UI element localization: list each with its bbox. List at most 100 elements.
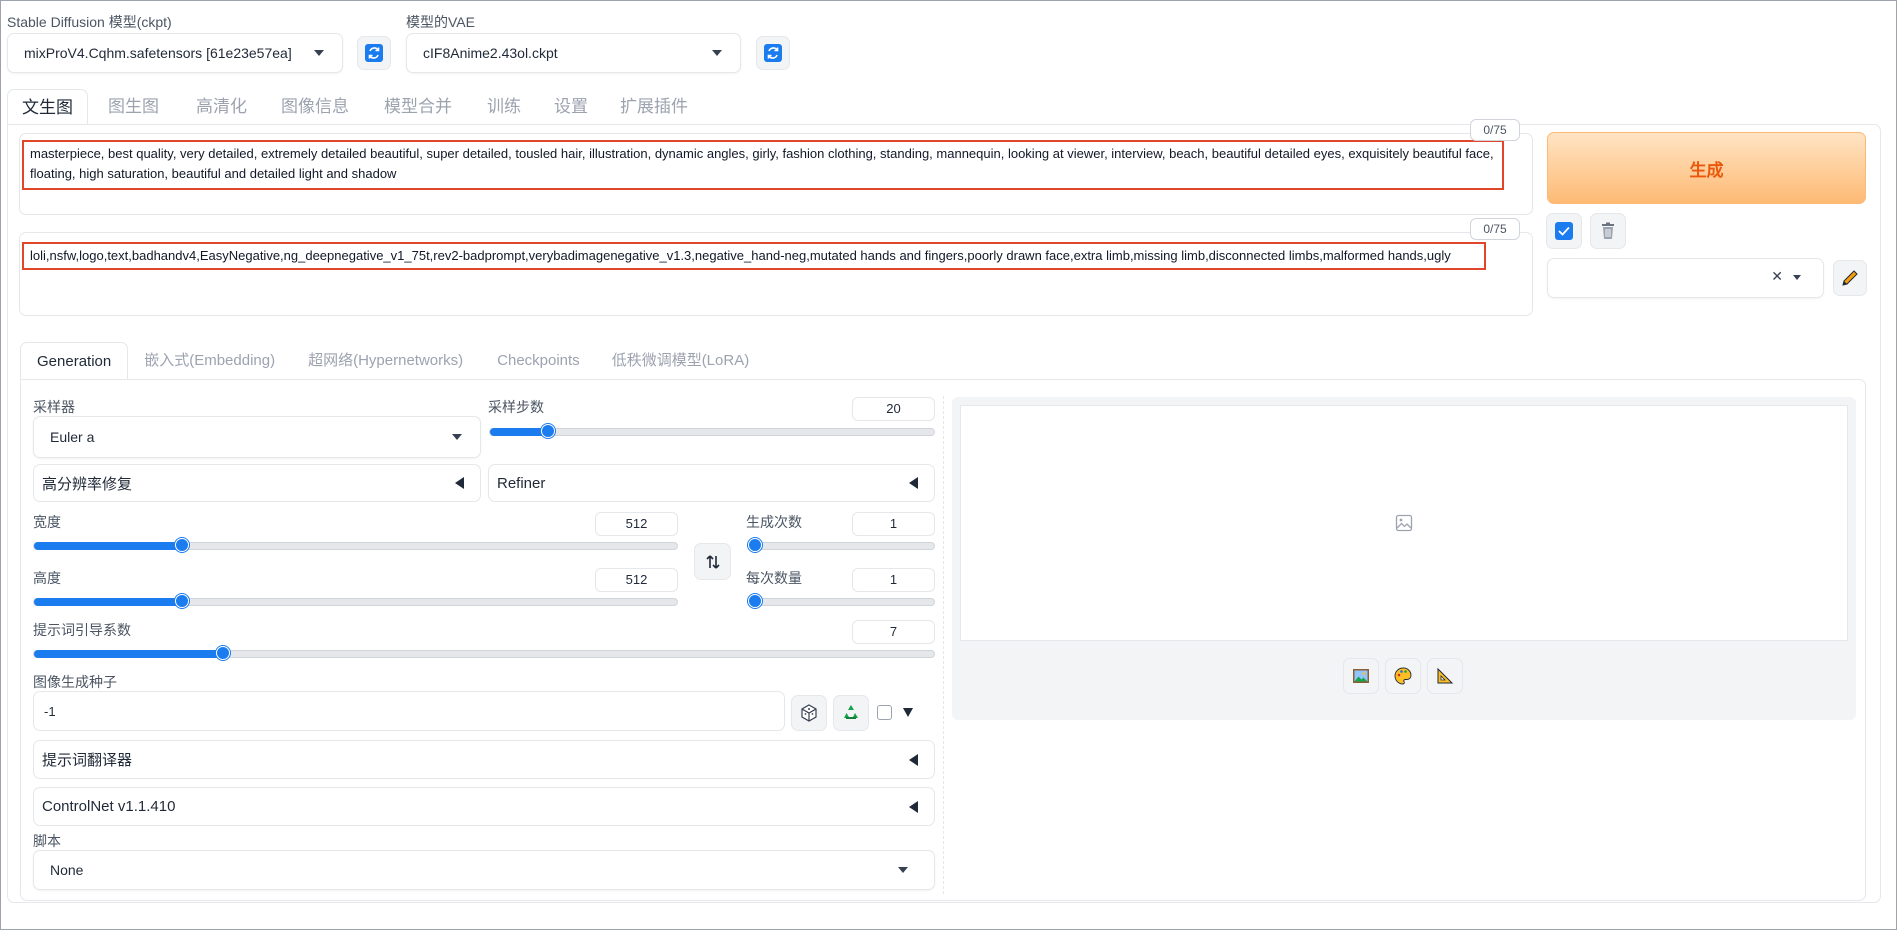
ckpt-label: Stable Diffusion 模型(ckpt) <box>7 14 172 30</box>
image-icon <box>1353 669 1369 683</box>
extra-seed-checkbox[interactable] <box>877 705 892 720</box>
width-input[interactable]: 512 <box>595 512 678 536</box>
width-slider-thumb[interactable] <box>174 538 189 552</box>
chevron-down-icon <box>1793 275 1801 280</box>
batch-count-label: 生成次数 <box>746 514 802 530</box>
batch-count-input[interactable]: 1 <box>852 512 935 536</box>
vae-refresh-button[interactable] <box>756 36 790 70</box>
batch-count-slider-thumb[interactable] <box>748 538 762 552</box>
ckpt-value: mixProV4.Cqhm.safetensors [61e23e57ea] <box>24 45 292 61</box>
height-slider-fill <box>34 598 182 606</box>
vae-select[interactable]: cIF8Anime2.43ol.ckpt <box>406 33 741 73</box>
height-slider[interactable] <box>33 594 678 608</box>
recycle-icon <box>844 705 858 719</box>
check-toggle-button[interactable] <box>1546 213 1582 249</box>
collapse-arrow-icon <box>455 477 464 489</box>
steps-label: 采样步数 <box>488 399 544 415</box>
ruler-icon <box>1437 667 1454 684</box>
chevron-down-icon <box>898 867 908 873</box>
width-slider[interactable] <box>33 538 678 552</box>
chevron-down-icon <box>314 50 324 56</box>
sub-tabs: Generation 嵌入式(Embedding) 超网络(Hypernetwo… <box>20 342 764 380</box>
swap-dimensions-button[interactable] <box>694 543 731 580</box>
tab-lora[interactable]: 低秩微调模型(LoRA) <box>597 342 765 380</box>
sampler-value: Euler a <box>50 429 95 445</box>
steps-input[interactable]: 20 <box>852 397 935 421</box>
ckpt-refresh-button[interactable] <box>357 36 391 70</box>
steps-slider-fill <box>490 428 548 436</box>
hires-fix-label: 高分辨率修复 <box>42 475 133 493</box>
batch-size-label: 每次数量 <box>746 570 802 586</box>
edit-style-button[interactable] <box>1833 260 1867 296</box>
reuse-seed-button[interactable] <box>833 695 869 731</box>
clear-prompt-button[interactable] <box>1590 213 1626 249</box>
collapse-arrow-icon <box>909 477 918 489</box>
expand-arrow-icon[interactable] <box>903 708 913 717</box>
width-slider-fill <box>34 542 182 550</box>
cfg-label: 提示词引导系数 <box>33 622 131 638</box>
tab-extensions[interactable]: 扩展插件 <box>604 89 704 125</box>
height-input[interactable]: 512 <box>595 568 678 592</box>
swap-icon <box>705 554 720 569</box>
batch-count-slider[interactable] <box>747 538 935 552</box>
tab-train[interactable]: 训练 <box>470 89 538 125</box>
height-label: 高度 <box>33 570 61 586</box>
tab-img2img[interactable]: 图生图 <box>88 89 179 125</box>
send-to-img2img-button[interactable] <box>1385 658 1421 694</box>
negative-prompt-text[interactable]: loli,nsfw,logo,text,badhandv4,EasyNegati… <box>22 242 1486 270</box>
sampler-select[interactable]: Euler a <box>33 416 481 458</box>
image-icon <box>1395 514 1413 532</box>
tab-txt2img[interactable]: 文生图 <box>7 89 88 125</box>
prompt-text[interactable]: masterpiece, best quality, very detailed… <box>22 140 1504 190</box>
generate-button[interactable]: 生成 <box>1547 132 1866 204</box>
clear-icon[interactable]: ✕ <box>1771 268 1783 285</box>
cfg-slider-thumb[interactable] <box>216 646 230 660</box>
tab-settings[interactable]: 设置 <box>538 89 604 125</box>
column-divider <box>943 396 944 894</box>
pencil-icon <box>1842 270 1858 286</box>
height-slider-thumb[interactable] <box>174 594 189 608</box>
collapse-arrow-icon <box>909 753 918 766</box>
width-label: 宽度 <box>33 514 61 530</box>
refresh-icon <box>365 44 383 62</box>
prompt-translator-label: 提示词翻译器 <box>42 752 133 769</box>
collapse-arrow-icon <box>909 800 918 813</box>
cfg-slider[interactable] <box>33 646 935 660</box>
open-images-folder-button[interactable] <box>1343 658 1379 694</box>
batch-size-slider[interactable] <box>747 594 935 608</box>
negative-prompt-token-counter: 0/75 <box>1470 218 1520 240</box>
tab-model-merge[interactable]: 模型合并 <box>366 89 470 125</box>
prompt-translator-accordion[interactable]: 提示词翻译器 <box>33 740 935 779</box>
batch-size-input[interactable]: 1 <box>852 568 935 592</box>
random-seed-button[interactable] <box>791 695 827 731</box>
vae-label: 模型的VAE <box>406 14 475 30</box>
seed-value: -1 <box>44 703 56 719</box>
tab-embedding[interactable]: 嵌入式(Embedding) <box>128 342 291 380</box>
tab-upscale[interactable]: 高清化 <box>179 89 264 125</box>
refiner-accordion[interactable]: Refiner <box>488 464 935 502</box>
script-value: None <box>50 862 84 878</box>
steps-slider[interactable] <box>489 424 935 438</box>
prompt-token-counter: 0/75 <box>1470 119 1520 141</box>
main-tabs: 文生图 图生图 高清化 图像信息 模型合并 训练 设置 扩展插件 <box>7 89 704 125</box>
tab-generation[interactable]: Generation <box>20 342 129 380</box>
tab-checkpoints[interactable]: Checkpoints <box>480 342 597 380</box>
hires-fix-accordion[interactable]: 高分辨率修复 <box>33 464 481 502</box>
output-image-area[interactable] <box>960 405 1848 641</box>
chevron-down-icon <box>452 434 462 440</box>
tab-image-info[interactable]: 图像信息 <box>264 89 366 125</box>
seed-input[interactable]: -1 <box>33 691 785 731</box>
steps-slider-thumb[interactable] <box>540 424 555 438</box>
controlnet-accordion[interactable]: ControlNet v1.1.410 <box>33 787 935 826</box>
tab-hypernetworks[interactable]: 超网络(Hypernetworks) <box>291 342 480 380</box>
cfg-input[interactable]: 7 <box>852 620 935 644</box>
chevron-down-icon <box>712 50 722 56</box>
script-select[interactable]: None <box>33 850 935 890</box>
ckpt-select[interactable]: mixProV4.Cqhm.safetensors [61e23e57ea] <box>7 33 343 73</box>
refiner-label: Refiner <box>497 474 546 492</box>
send-to-extras-button[interactable] <box>1427 658 1463 694</box>
dice-icon <box>801 704 817 722</box>
controlnet-label: ControlNet v1.1.410 <box>42 798 176 815</box>
batch-size-slider-thumb[interactable] <box>748 594 762 608</box>
style-select[interactable]: ✕ <box>1547 258 1824 298</box>
